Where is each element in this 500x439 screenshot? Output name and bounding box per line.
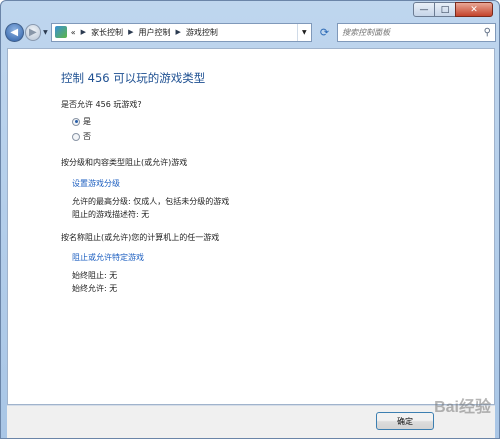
ok-button[interactable]: 确定 bbox=[376, 412, 434, 430]
radio-yes-label[interactable]: 是 bbox=[83, 116, 91, 127]
chevron-right-icon[interactable]: ▶ bbox=[175, 28, 180, 36]
set-game-ratings-link[interactable]: 设置游戏分级 bbox=[72, 178, 120, 189]
caption-buttons: — □ ✕ bbox=[413, 2, 493, 17]
chevron-right-icon[interactable]: ▶ bbox=[128, 28, 133, 36]
main-content: 控制 456 可以玩的游戏类型 是否允许 456 玩游戏? 是 否 按分级和内容… bbox=[7, 48, 495, 405]
maximize-button[interactable]: □ bbox=[434, 2, 456, 17]
allow-games-question: 是否允许 456 玩游戏? bbox=[61, 100, 142, 109]
chevron-right-icon[interactable]: ▶ bbox=[81, 28, 86, 36]
always-block-info: 始终阻止: 无 bbox=[72, 271, 118, 280]
close-button[interactable]: ✕ bbox=[455, 2, 493, 17]
recent-pages-dropdown-icon[interactable]: ▼ bbox=[43, 29, 48, 36]
breadcrumb-user-controls[interactable]: 用户控制 bbox=[138, 27, 170, 38]
chevron-down-icon[interactable]: ▼ bbox=[296, 23, 311, 41]
button-bar: 确定 bbox=[7, 405, 495, 438]
radio-yes[interactable]: 是 bbox=[72, 116, 91, 127]
minimize-button[interactable]: — bbox=[413, 2, 435, 17]
back-arrow-icon[interactable]: ◀ bbox=[5, 22, 24, 42]
section-name-heading: 按名称阻止(或允许)您的计算机上的任一游戏 bbox=[61, 233, 220, 242]
section-rating-heading: 按分级和内容类型阻止(或允许)游戏 bbox=[61, 158, 188, 167]
radio-no[interactable]: 否 bbox=[72, 131, 91, 142]
watermark-logo: Bai经验 bbox=[434, 399, 491, 416]
block-allow-specific-games-link[interactable]: 阻止或允许特定游戏 bbox=[72, 252, 144, 263]
page-title: 控制 456 可以玩的游戏类型 bbox=[61, 71, 206, 85]
navigation-bar: ◀ ▶ ▼ « ▶ 家长控制 ▶ 用户控制 ▶ 游戏控制 ▼ ⟳ ⚲ bbox=[5, 20, 496, 44]
breadcrumb-overflow[interactable]: « bbox=[71, 28, 76, 37]
radio-no-label[interactable]: 否 bbox=[83, 131, 91, 142]
radio-button[interactable] bbox=[72, 132, 80, 141]
address-bar[interactable]: « ▶ 家长控制 ▶ 用户控制 ▶ 游戏控制 ▼ bbox=[50, 22, 312, 42]
radio-button-checked[interactable] bbox=[72, 117, 80, 126]
breadcrumb-game-controls[interactable]: 游戏控制 bbox=[186, 27, 218, 38]
search-icon[interactable]: ⚲ bbox=[484, 27, 491, 38]
max-rating-info: 允许的最高分级: 仅成人，包括未分级的游戏 bbox=[72, 197, 230, 206]
blocked-descriptors-info: 阻止的游戏描述符: 无 bbox=[72, 210, 150, 219]
breadcrumb-parental-controls[interactable]: 家长控制 bbox=[91, 27, 123, 38]
search-input[interactable] bbox=[342, 27, 483, 37]
refresh-icon[interactable]: ⟳ bbox=[314, 23, 335, 42]
control-panel-window: — □ ✕ ◀ ▶ ▼ « ▶ 家长控制 ▶ 用户控制 ▶ 游戏控制 ▼ ⟳ ⚲… bbox=[0, 0, 500, 439]
search-box[interactable]: ⚲ bbox=[337, 22, 496, 42]
control-panel-icon bbox=[54, 26, 67, 38]
always-allow-info: 始终允许: 无 bbox=[72, 284, 118, 293]
forward-arrow-icon[interactable]: ▶ bbox=[24, 23, 42, 41]
